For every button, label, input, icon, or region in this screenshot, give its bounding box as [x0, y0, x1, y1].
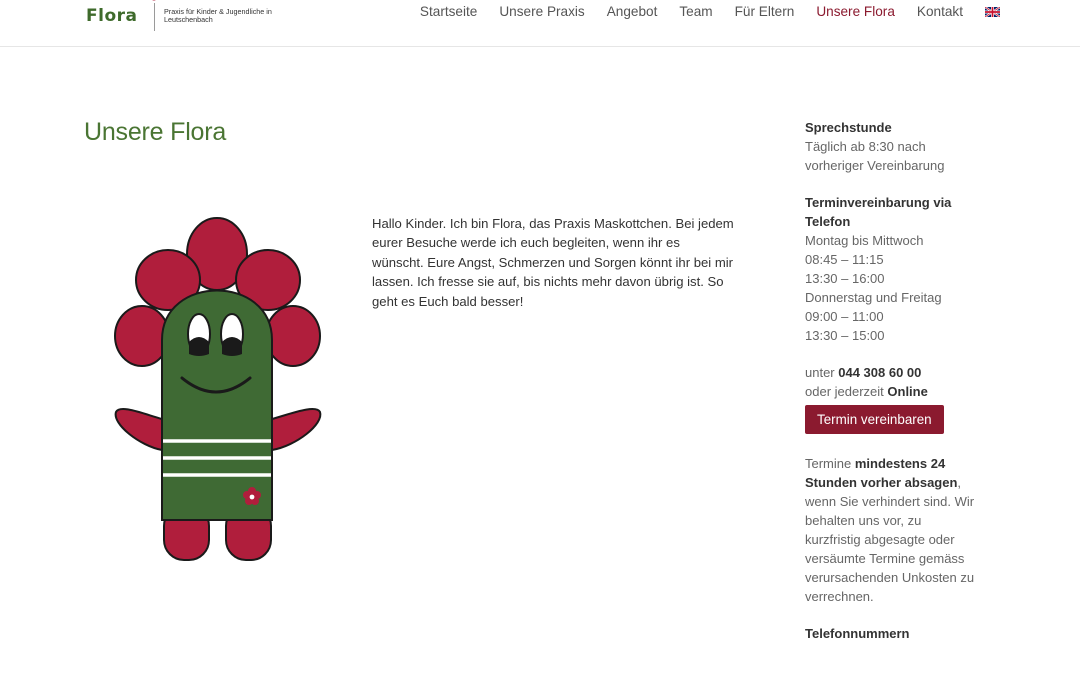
logo-word: Flora: [86, 6, 138, 26]
termin-title: Terminvereinbarung via Telefon: [805, 195, 952, 229]
sidebar: Sprechstunde Täglich ab 8:30 nach vorher…: [805, 118, 975, 643]
nav-startseite[interactable]: Startseite: [420, 4, 477, 19]
sprechstunde-title: Sprechstunde: [805, 120, 892, 135]
nav-fuer-eltern[interactable]: Für Eltern: [735, 4, 795, 19]
logo-divider: [154, 3, 155, 31]
phone-line: unter 044 308 60 00: [805, 365, 922, 380]
main-nav: Startseite Unsere Praxis Angebot Team Fü…: [398, 4, 1000, 19]
online-line: oder jederzeit Online: [805, 384, 928, 399]
logo-tagline: Praxis für Kinder & Jugendliche in Leuts…: [164, 7, 272, 24]
phone-number[interactable]: 044 308 60 00: [838, 365, 921, 380]
time-thu-fri-afternoon: 13:30 – 15:00: [805, 328, 885, 343]
nav-kontakt[interactable]: Kontakt: [917, 4, 963, 19]
nav-team[interactable]: Team: [679, 4, 712, 19]
nav-unsere-flora[interactable]: Unsere Flora: [816, 4, 895, 19]
page-title: Unsere Flora: [84, 118, 227, 146]
time-mon-wed-afternoon: 13:30 – 16:00: [805, 271, 885, 286]
nav-angebot[interactable]: Angebot: [607, 4, 658, 19]
days-thu-fri: Donnerstag und Freitag: [805, 290, 942, 305]
sprechstunde-text: Täglich ab 8:30 nach vorheriger Vereinba…: [805, 139, 945, 173]
cancellation-note: Termine mindestens 24 Stunden vorher abs…: [805, 456, 975, 604]
book-appointment-button[interactable]: Termin vereinbaren: [805, 405, 944, 434]
online-link[interactable]: Online: [887, 384, 927, 399]
site-header: Flora Praxis für Kinder & Jugendliche in…: [0, 0, 1080, 47]
days-mon-wed: Montag bis Mittwoch: [805, 233, 924, 248]
time-mon-wed-morning: 08:45 – 11:15: [805, 252, 884, 267]
nav-unsere-praxis[interactable]: Unsere Praxis: [499, 4, 584, 19]
time-thu-fri-morning: 09:00 – 11:00: [805, 309, 884, 324]
phones-title: Telefonnummern: [805, 626, 910, 641]
flora-mascot-image: [114, 217, 322, 561]
intro-text: Hallo Kinder. Ich bin Flora, das Praxis …: [372, 216, 734, 309]
uk-flag-icon[interactable]: [985, 6, 1000, 17]
